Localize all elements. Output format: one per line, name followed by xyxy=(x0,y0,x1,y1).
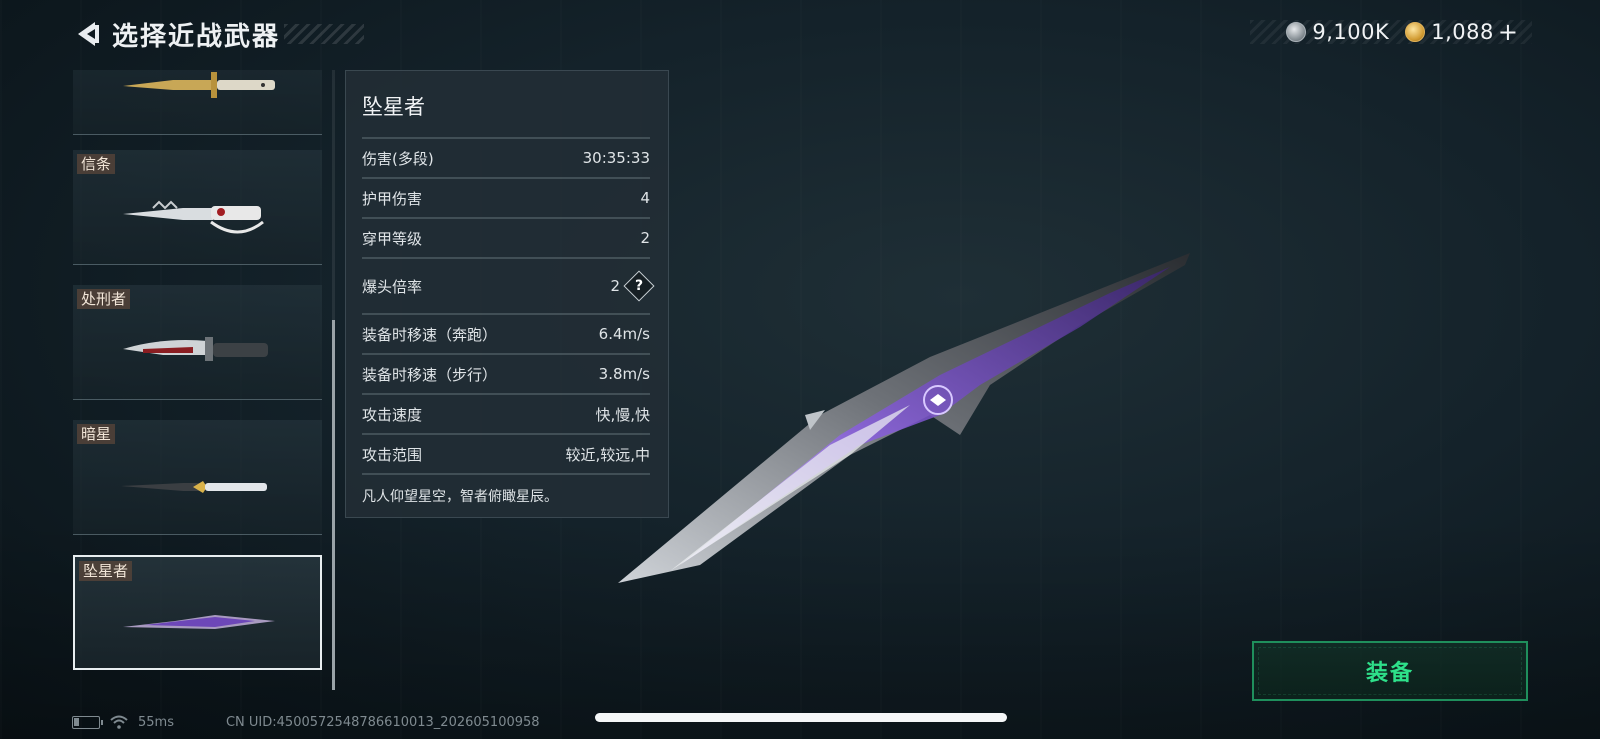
bayonet-knife-icon xyxy=(123,72,275,98)
ping-value: 55ms xyxy=(138,714,174,730)
title-decoration xyxy=(284,24,365,44)
user-uid: CN UID:4500572548786610013_202605100958 xyxy=(225,714,540,730)
weapon-list[interactable]: 信条 处刑者 暗星 坠星者 xyxy=(73,70,325,690)
stat-label: 伤害(多段) xyxy=(362,149,434,168)
stat-label: 爆头倍率 xyxy=(362,277,423,296)
wifi-icon xyxy=(110,715,128,729)
weapon-card-bayonet[interactable] xyxy=(73,70,322,135)
weapon-card-star-faller[interactable]: 坠星者 xyxy=(73,555,322,670)
weapon-card-label: 处刑者 xyxy=(77,289,131,309)
dark-star-knife-icon xyxy=(121,481,267,493)
add-currency-button[interactable]: + xyxy=(1498,18,1518,46)
gold-coin-icon xyxy=(1405,22,1426,42)
weapon-card-label: 信条 xyxy=(77,154,116,174)
back-arrow-icon xyxy=(78,22,99,46)
stat-label: 装备时移速（奔跑） xyxy=(362,325,498,344)
button-decoration xyxy=(1258,647,1522,695)
scrollbar-thumb[interactable] xyxy=(332,320,335,690)
home-indicator[interactable] xyxy=(595,713,1007,722)
stat-row: 攻击范围 较近,较远,中 xyxy=(362,433,650,473)
status-bar: 55ms CN UID:4500572548786610013_20260510… xyxy=(72,712,540,732)
stat-row: 装备时移速（步行） 3.8m/s xyxy=(362,353,650,393)
weapon-card-creed[interactable]: 信条 xyxy=(73,150,322,265)
star-faller-knife-icon xyxy=(123,615,275,629)
header: 选择近战武器 xyxy=(70,14,365,54)
creed-knife-icon xyxy=(123,200,264,234)
stat-label: 装备时移速（步行） xyxy=(362,365,498,384)
stat-value: 4 xyxy=(640,189,650,207)
stat-list: 伤害(多段) 30:35:33 护甲伤害 4 穿甲等级 2 爆头倍率 2 ? 装… xyxy=(362,137,655,517)
executioner-knife-icon xyxy=(123,337,268,361)
silver-currency: 9,100K xyxy=(1286,20,1389,44)
equip-button[interactable]: 装备 xyxy=(1252,641,1528,701)
weapon-description: 凡人仰望星空，智者俯瞰星辰。 xyxy=(362,473,650,517)
stat-row: 攻击速度 快,慢,快 xyxy=(362,393,650,433)
weapon-name: 坠星者 xyxy=(362,95,425,119)
silver-coin-icon xyxy=(1286,22,1307,42)
stat-row: 护甲伤害 4 xyxy=(362,177,650,217)
stat-row: 装备时移速（奔跑） 6.4m/s xyxy=(362,313,650,353)
weapon-card-executioner[interactable]: 处刑者 xyxy=(73,285,322,400)
stat-row: 穿甲等级 2 xyxy=(362,217,650,257)
page-title: 选择近战武器 xyxy=(112,21,281,52)
silver-amount: 9,100K xyxy=(1312,20,1390,44)
gold-currency: 1,088 + xyxy=(1405,18,1518,46)
stat-value: 30:35:33 xyxy=(582,149,650,167)
weapon-card-label: 坠星者 xyxy=(79,561,133,581)
weapon-preview-image[interactable] xyxy=(610,245,1230,585)
stat-label: 攻击范围 xyxy=(362,445,423,464)
weapon-card-dark-star[interactable]: 暗星 xyxy=(73,420,322,535)
gold-amount: 1,088 xyxy=(1431,20,1494,44)
stat-label: 穿甲等级 xyxy=(362,229,423,248)
stat-row: 伤害(多段) 30:35:33 xyxy=(362,137,650,177)
stat-row: 爆头倍率 2 ? xyxy=(362,257,655,313)
stat-label: 护甲伤害 xyxy=(362,189,423,208)
stat-label: 攻击速度 xyxy=(362,405,423,424)
back-button[interactable] xyxy=(70,17,104,51)
battery-icon xyxy=(72,715,103,729)
weapon-list-scrollbar[interactable] xyxy=(332,70,335,690)
currency-bar: 9,100K 1,088 + xyxy=(1250,18,1532,46)
weapon-card-label: 暗星 xyxy=(77,424,116,444)
